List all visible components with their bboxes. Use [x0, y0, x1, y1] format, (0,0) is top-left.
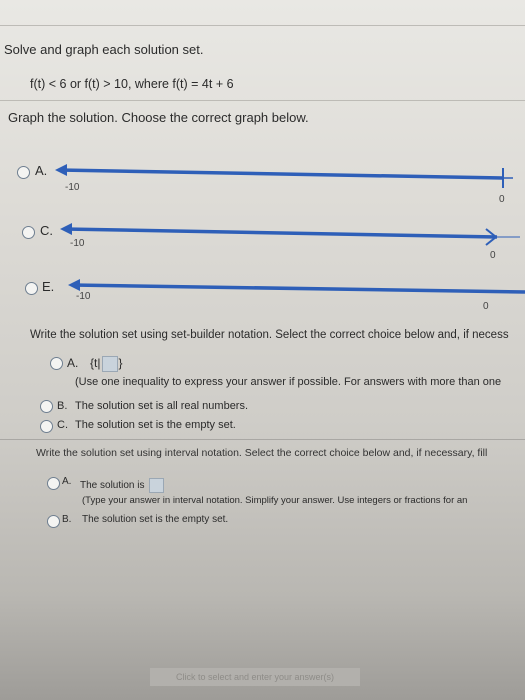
left-arrow-icon: [60, 223, 72, 235]
tick-label-a-right: 0: [499, 194, 505, 205]
header-divider: [0, 100, 525, 101]
set-builder-a-hint: (Use one inequality to express your answ…: [75, 376, 502, 388]
option-c-letter: C.: [40, 223, 53, 238]
tick-label-a-left: -10: [65, 182, 80, 193]
set-builder-c-text: The solution set is the empty set.: [75, 419, 236, 431]
set-builder-expression: {t|}: [90, 356, 122, 372]
radio-interval-a[interactable]: [47, 477, 60, 490]
problem-equation: f(t) < 6 or f(t) > 10, where f(t) = 4t +…: [30, 77, 234, 91]
option-a-letter: A.: [35, 163, 48, 178]
interval-a-text: The solution is: [80, 480, 145, 492]
interval-a-hint: (Type your answer in interval notation. …: [82, 495, 468, 506]
option-e-letter: E.: [42, 279, 55, 294]
interval-b-text: The solution set is the empty set.: [82, 514, 229, 525]
footer-hint: Click to select and enter your answer(s): [150, 668, 360, 686]
problem-title: Solve and graph each solution set.: [4, 42, 204, 57]
top-divider: [0, 25, 525, 26]
set-builder-c-letter: C.: [57, 419, 68, 431]
interval-a-row: The solution is: [80, 478, 165, 493]
set-builder-b-letter: B.: [57, 400, 68, 412]
interval-answer-input[interactable]: [149, 478, 165, 493]
set-builder-a-letter: A.: [67, 356, 79, 370]
set-builder-prompt: Write the solution set using set-builder…: [30, 329, 509, 341]
number-line-c: [60, 223, 520, 246]
set-builder-suffix: }: [118, 356, 123, 371]
set-builder-answer-input[interactable]: [102, 356, 119, 372]
section-divider: [0, 439, 525, 440]
radio-set-builder-a[interactable]: [50, 357, 63, 370]
tick-label-e-left: -10: [76, 291, 91, 302]
radio-set-builder-b[interactable]: [40, 400, 53, 413]
radio-option-c[interactable]: [22, 226, 35, 239]
left-arrow-icon: [68, 279, 80, 291]
graph-prompt: Graph the solution. Choose the correct g…: [8, 110, 309, 125]
radio-set-builder-c[interactable]: [40, 420, 53, 433]
left-arrow-icon: [55, 164, 67, 176]
tick-label-c-left: -10: [70, 238, 85, 249]
interval-b-letter: B.: [62, 514, 72, 525]
radio-option-e[interactable]: [25, 282, 38, 295]
tick-label-e-right: 0: [483, 301, 489, 312]
interval-a-letter: A.: [62, 476, 72, 487]
number-line-e: [68, 279, 525, 294]
number-line-a: [55, 164, 513, 188]
radio-option-a[interactable]: [17, 166, 30, 179]
interval-prompt: Write the solution set using interval no…: [36, 447, 488, 459]
radio-interval-b[interactable]: [47, 515, 60, 528]
tick-label-c-right: 0: [490, 250, 496, 261]
set-builder-prefix: {t|: [90, 356, 101, 371]
set-builder-b-text: The solution set is all real numbers.: [75, 400, 249, 412]
